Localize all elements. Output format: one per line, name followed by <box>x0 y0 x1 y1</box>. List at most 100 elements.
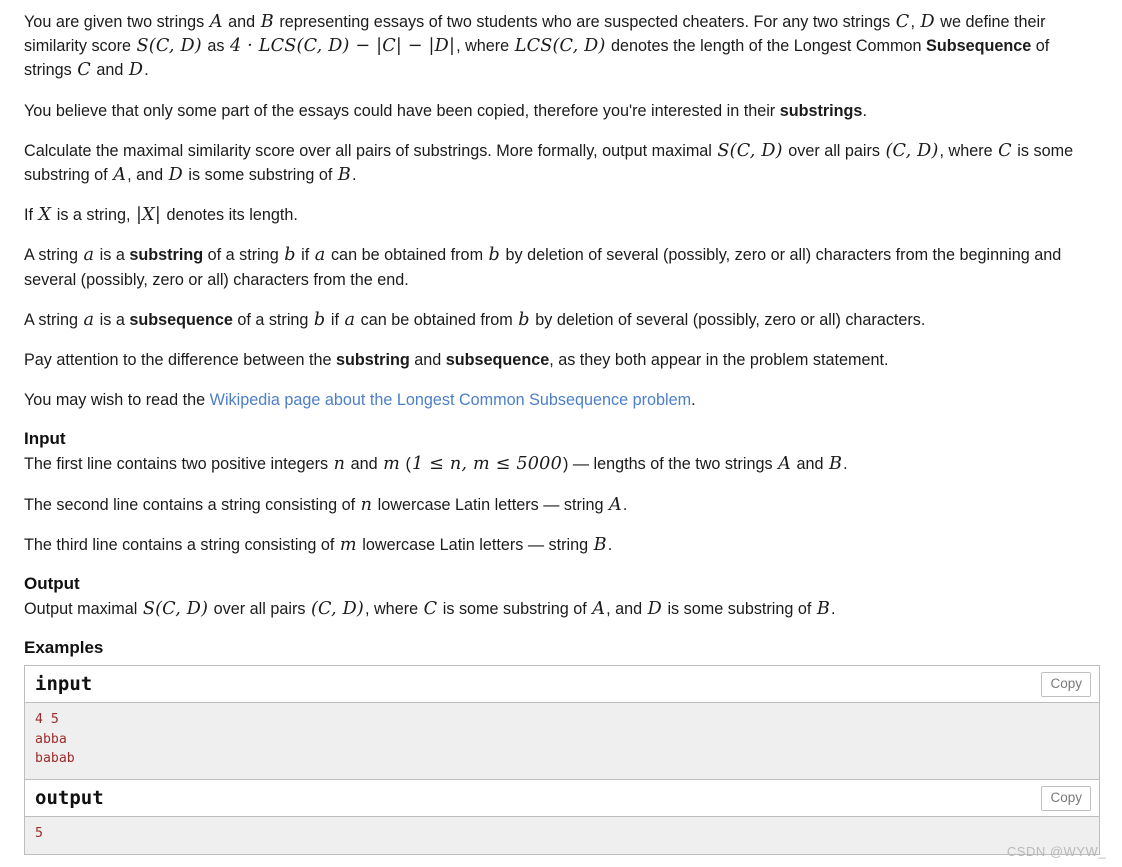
input-spec-line-1: The first line contains two positive int… <box>24 452 1098 476</box>
copy-output-button[interactable]: Copy <box>1041 786 1091 812</box>
math-var-n: n <box>333 454 346 475</box>
math-var-C: C <box>998 140 1012 161</box>
math-var-A: A <box>609 494 622 515</box>
text-fragment: is a <box>95 246 130 265</box>
text-fragment: . <box>862 101 867 120</box>
math-pair-CD: (C, D) <box>310 599 364 620</box>
text-fragment: Calculate the maximal similarity score o… <box>24 141 717 160</box>
text-fragment: can be obtained from <box>326 246 488 265</box>
sample-output-header: output Copy <box>25 780 1099 818</box>
math-var-b: b <box>313 309 326 330</box>
math-var-b2: b <box>518 309 530 330</box>
math-var-b2: b <box>488 245 501 266</box>
text-fragment: The second line contains a string consis… <box>24 495 360 514</box>
text-fragment: , where <box>939 141 998 160</box>
text-fragment: , where <box>456 37 514 56</box>
text-fragment: The third line contains a string consist… <box>24 535 339 554</box>
text-fragment: and <box>223 13 260 31</box>
text-fragment: can be obtained from <box>356 310 518 329</box>
statement-paragraph-1: You are given two strings A and B repres… <box>24 10 1098 83</box>
sample-output-box: output Copy 5 <box>24 779 1100 855</box>
math-var-A: A <box>209 12 223 32</box>
text-fragment: . <box>691 391 696 410</box>
text-fragment: and <box>792 455 829 474</box>
bold-substrings: substrings <box>779 101 863 120</box>
output-section-title: Output <box>24 574 80 594</box>
math-var-a2: a <box>314 245 326 266</box>
text-fragment: The first line contains two positive int… <box>24 455 333 474</box>
wikipedia-lcs-link[interactable]: Wikipedia page about the Longest Common … <box>210 391 691 409</box>
text-fragment: lowercase Latin letters — string <box>373 495 608 514</box>
bold-substring: substring <box>335 351 410 370</box>
math-similarity-score: S(C, D) <box>142 599 209 620</box>
math-var-D: D <box>168 165 183 186</box>
math-var-m: m <box>339 534 357 555</box>
math-similarity-score: S(C, D) <box>717 140 783 161</box>
text-fragment: and <box>91 61 128 80</box>
text-fragment: ( <box>401 455 411 474</box>
text-fragment: denotes the length of the Longest Common <box>606 37 927 56</box>
math-var-B: B <box>816 599 831 620</box>
text-fragment: representing essays of two students who … <box>274 13 895 31</box>
text-fragment: . <box>352 166 357 185</box>
text-fragment: lowercase Latin letters — string <box>357 535 593 554</box>
csdn-watermark: CSDN @WYW_ <box>1006 844 1106 859</box>
statement-paragraph-5: A string a is a substring of a string b … <box>24 243 1098 291</box>
text-fragment: A string <box>24 246 83 265</box>
text-fragment: of a string <box>232 310 313 329</box>
text-fragment: . <box>831 600 836 619</box>
math-var-A: A <box>778 454 792 475</box>
bold-substring: substring <box>129 246 204 265</box>
text-fragment: You believe that only some part of the e… <box>24 101 780 120</box>
sample-output-content[interactable]: 5 <box>25 817 1099 854</box>
text-fragment: ) — lengths of the two strings <box>562 455 778 474</box>
text-fragment: over all pairs <box>209 600 310 619</box>
math-var-b: b <box>284 245 296 266</box>
math-var-C: C <box>423 599 438 620</box>
math-var-A: A <box>113 165 127 186</box>
copy-input-button[interactable]: Copy <box>1041 672 1091 698</box>
text-fragment: You are given two strings <box>24 13 209 31</box>
text-fragment: A string <box>24 310 83 329</box>
math-pair-CD: (C, D) <box>885 140 939 161</box>
input-spec-line-2: The second line contains a string consis… <box>24 493 1098 517</box>
math-var-X: X <box>38 205 52 226</box>
input-section-title: Input <box>24 429 66 449</box>
text-fragment: , where <box>365 600 423 619</box>
sample-input-header: input Copy <box>25 666 1099 704</box>
examples-section-title: Examples <box>24 638 104 658</box>
statement-paragraph-7: Pay attention to the difference between … <box>24 348 1098 372</box>
math-var-a2: a <box>344 309 356 330</box>
text-fragment: . <box>843 455 848 474</box>
text-fragment: as <box>202 37 229 56</box>
text-fragment: Output maximal <box>24 600 142 619</box>
sample-tests: input Copy 4 5 abba babab output Copy 5 <box>24 665 1100 855</box>
math-constraint: 1 ≤ n, m ≤ 5000 <box>411 454 562 475</box>
text-fragment: . <box>622 495 628 514</box>
text-fragment: , and <box>127 166 168 185</box>
text-fragment: is a string, <box>52 206 135 225</box>
problem-statement-page: You are given two strings A and B repres… <box>0 0 1122 867</box>
text-fragment: . <box>144 61 149 80</box>
sample-input-label: input <box>35 673 93 696</box>
math-var-a: a <box>83 245 95 266</box>
text-fragment: and <box>346 455 383 474</box>
text-fragment: and <box>409 351 446 370</box>
output-spec-line-1: Output maximal S(C, D) over all pairs (C… <box>24 597 1098 621</box>
math-similarity-score: S(C, D) <box>136 36 202 57</box>
text-fragment: , as they both appear in the problem sta… <box>549 351 889 370</box>
sample-input-content[interactable]: 4 5 abba babab <box>25 703 1099 780</box>
text-fragment: of a string <box>203 246 284 265</box>
statement-paragraph-3: Calculate the maximal similarity score o… <box>24 139 1098 187</box>
bold-subsequence: Subsequence <box>926 37 1032 56</box>
input-spec-line-3: The third line contains a string consist… <box>24 533 1098 557</box>
text-fragment: denotes its length. <box>161 206 298 225</box>
math-var-D: D <box>647 599 662 620</box>
sample-output-label: output <box>35 787 104 810</box>
math-lcs: LCS(C, D) <box>514 36 606 57</box>
math-var-A: A <box>592 599 606 620</box>
text-fragment: is some substring of <box>662 600 816 619</box>
text-fragment: if <box>296 246 314 265</box>
text-fragment: , and <box>606 600 647 619</box>
bold-subsequence: subsequence <box>129 310 233 329</box>
